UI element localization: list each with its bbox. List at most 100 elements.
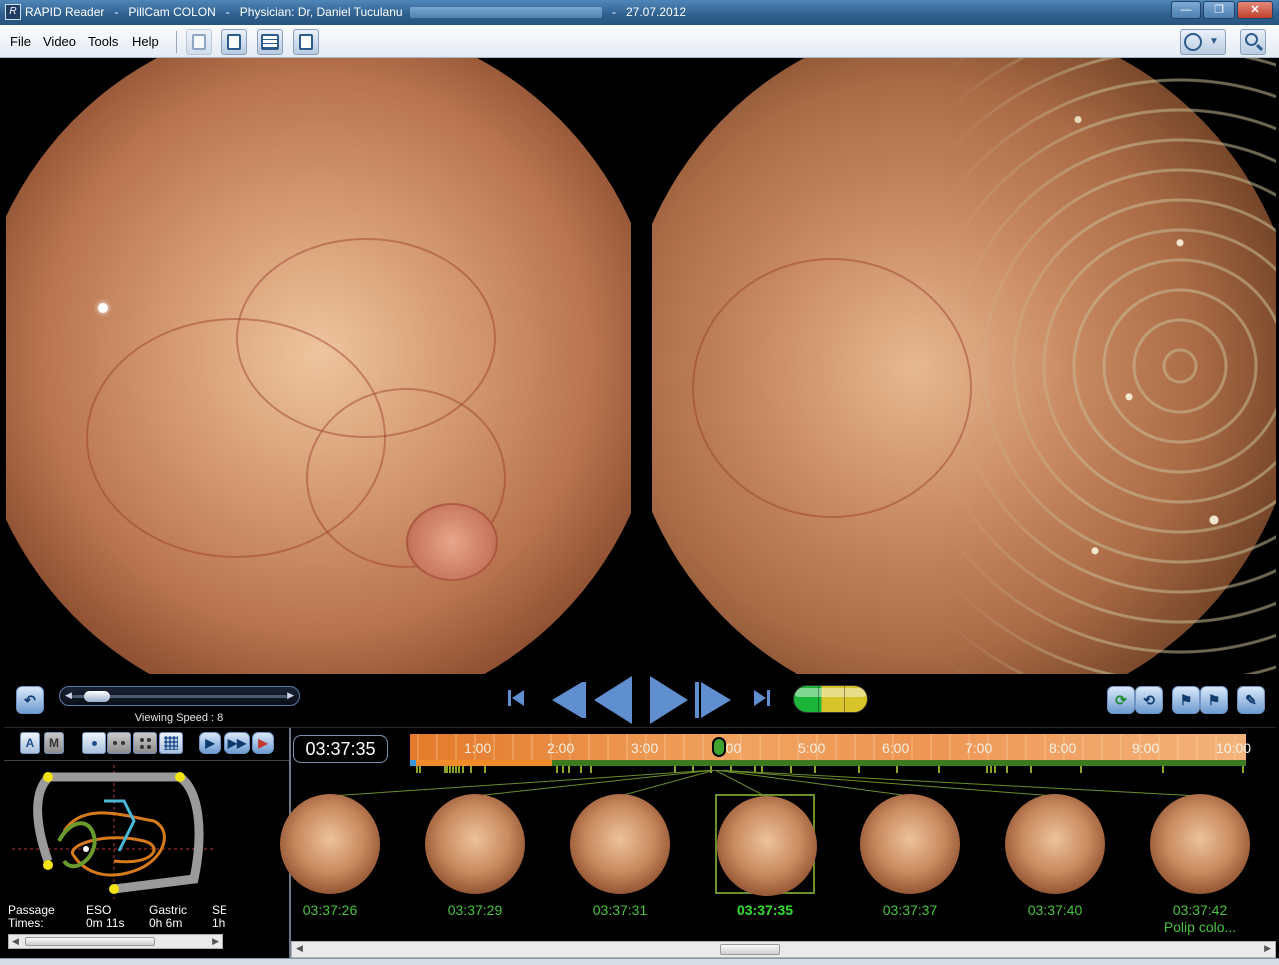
quad-view-icon bbox=[140, 745, 144, 749]
play-icon bbox=[650, 676, 688, 724]
maximize-button[interactable]: ❐ bbox=[1203, 1, 1235, 19]
table-view-button[interactable] bbox=[257, 29, 283, 55]
exam-date: - 27.07.2012 bbox=[612, 5, 687, 19]
viewing-speed-label: Viewing Speed : 8 bbox=[134, 712, 224, 724]
app-icon: R bbox=[5, 4, 21, 20]
go-to-end-button[interactable] bbox=[752, 688, 774, 710]
go-to-end-bar bbox=[767, 690, 770, 706]
thumbnail[interactable] bbox=[425, 794, 525, 894]
scroll-right-icon: ▶ bbox=[212, 936, 219, 946]
flag-left-button[interactable]: ⚑ bbox=[1172, 686, 1200, 714]
title-separator: - bbox=[114, 5, 119, 19]
play-mini-button[interactable]: ▶ bbox=[199, 732, 221, 754]
bubbles-debris bbox=[942, 58, 1276, 674]
video-frame-left[interactable] bbox=[6, 58, 631, 674]
current-time-display: 03:37:35 bbox=[293, 735, 388, 763]
mosaic-view-button[interactable] bbox=[159, 732, 183, 754]
window-title: RAPID Reader - PillCam COLON - Physician… bbox=[25, 5, 417, 19]
go-to-start-button[interactable] bbox=[506, 688, 528, 710]
quickview-button[interactable]: ▶ bbox=[252, 732, 274, 754]
annotate-pen-button[interactable]: ✎ bbox=[1237, 686, 1265, 714]
slider-right-arrow-icon: ▶ bbox=[287, 690, 294, 700]
save-icon bbox=[192, 34, 206, 50]
manual-mode-button[interactable]: M bbox=[44, 732, 64, 754]
timeline-cursor[interactable] bbox=[712, 737, 727, 757]
suspected-blood-indicator bbox=[793, 685, 868, 713]
thumbnail-caption: Polip colo... bbox=[1163, 919, 1237, 935]
atlas-button[interactable] bbox=[293, 29, 319, 55]
thumbnail-time: 03:37:29 bbox=[447, 902, 503, 918]
thumbnail[interactable] bbox=[860, 794, 960, 894]
timeline-tick-label: 3:00 bbox=[631, 740, 659, 756]
passage-scrollbar[interactable]: ◀ ▶ bbox=[8, 934, 223, 949]
menu-help[interactable]: Help bbox=[132, 34, 159, 49]
close-button[interactable]: ✕ bbox=[1237, 1, 1273, 19]
thumbnail[interactable] bbox=[1005, 794, 1105, 894]
thumbnail[interactable] bbox=[570, 794, 670, 894]
fast-forward-button[interactable]: ▶▶ bbox=[224, 732, 250, 754]
menu-tools[interactable]: Tools bbox=[88, 34, 118, 49]
play-reverse-button[interactable] bbox=[594, 676, 634, 724]
sync-refresh-button[interactable]: ⟳ bbox=[1107, 686, 1135, 714]
refresh-icon: ⟲ bbox=[1143, 692, 1155, 708]
thumbnail-time: 03:37:35 bbox=[736, 902, 794, 918]
physician-name: Physician: Dr, Daniel Tuculanu bbox=[239, 5, 403, 19]
thumbnail[interactable] bbox=[280, 794, 380, 894]
go-to-end-icon bbox=[754, 690, 766, 706]
auto-mode-button[interactable]: A bbox=[20, 732, 40, 754]
step-back-button[interactable] bbox=[548, 680, 588, 720]
undo-button[interactable]: ↶ bbox=[16, 686, 44, 714]
menu-video[interactable]: Video bbox=[43, 34, 76, 49]
play-button[interactable] bbox=[650, 676, 690, 724]
fan-line bbox=[714, 770, 766, 797]
thumbnail[interactable] bbox=[1150, 794, 1250, 894]
sensor-point bbox=[175, 772, 185, 782]
thumbnail[interactable] bbox=[715, 794, 817, 896]
quad-view-button[interactable] bbox=[133, 732, 157, 754]
step-forward-bar bbox=[695, 682, 699, 718]
scroll-left-icon: ◀ bbox=[296, 943, 303, 953]
toolbar-separator bbox=[176, 31, 177, 53]
step-forward-button[interactable] bbox=[695, 680, 735, 720]
dual-view-icon bbox=[121, 741, 125, 745]
scrollbar-thumb[interactable] bbox=[720, 944, 780, 955]
search-button[interactable] bbox=[1240, 29, 1266, 55]
times-label: Times: bbox=[8, 916, 44, 930]
report-button[interactable] bbox=[221, 29, 247, 55]
thumbnail-time: 03:37:42 bbox=[1172, 902, 1228, 918]
thumbnail-time: 03:37:40 bbox=[1027, 902, 1083, 918]
single-view-button[interactable] bbox=[82, 732, 106, 754]
gastric-value: 0h 6m bbox=[149, 916, 183, 930]
minimize-button[interactable]: — bbox=[1171, 1, 1201, 19]
undo-icon: ↶ bbox=[24, 692, 36, 708]
view-options-dropdown[interactable]: ▼ bbox=[1180, 29, 1226, 55]
fan-line bbox=[619, 770, 716, 797]
sb-value: 1h bbox=[212, 916, 226, 930]
thumbnail-image bbox=[1150, 794, 1250, 894]
video-frame-right[interactable] bbox=[652, 58, 1276, 674]
timeline-segment-bar bbox=[410, 760, 1246, 766]
chevron-down-icon: ▼ bbox=[1209, 36, 1219, 47]
menu-file[interactable]: File bbox=[10, 34, 31, 49]
pen-icon: ✎ bbox=[1245, 692, 1257, 708]
viewing-speed-slider[interactable]: ◀ ▶ bbox=[59, 686, 300, 706]
thumbnail-image bbox=[280, 794, 380, 894]
localization-panel bbox=[4, 760, 289, 900]
dual-view-button[interactable] bbox=[107, 732, 131, 754]
flag-right-button[interactable]: ⚑ bbox=[1200, 686, 1228, 714]
sensor-point bbox=[43, 772, 53, 782]
scrollbar-thumb[interactable] bbox=[25, 937, 155, 946]
save-button[interactable] bbox=[186, 29, 212, 55]
vessel-pattern bbox=[692, 258, 972, 518]
slider-thumb[interactable] bbox=[83, 691, 110, 702]
refresh-button[interactable]: ⟲ bbox=[1135, 686, 1163, 714]
flag-icon: ⚑ bbox=[1207, 692, 1221, 708]
title-separator: - bbox=[225, 5, 230, 19]
flag-icon: ⚑ bbox=[1179, 692, 1193, 708]
panel-divider bbox=[4, 727, 1276, 728]
scroll-right-icon: ▶ bbox=[1264, 943, 1271, 953]
timeline-bar[interactable]: 1:00 2:00 3:00 4:00 5:00 6:00 7:00 8:00 9:00 10:0… bbox=[410, 734, 1251, 760]
timeline-tick-label: 7:00 bbox=[965, 740, 993, 756]
fan-line bbox=[714, 770, 1056, 797]
thumbnail-scrollbar[interactable]: ◀ ▶ bbox=[291, 941, 1276, 958]
